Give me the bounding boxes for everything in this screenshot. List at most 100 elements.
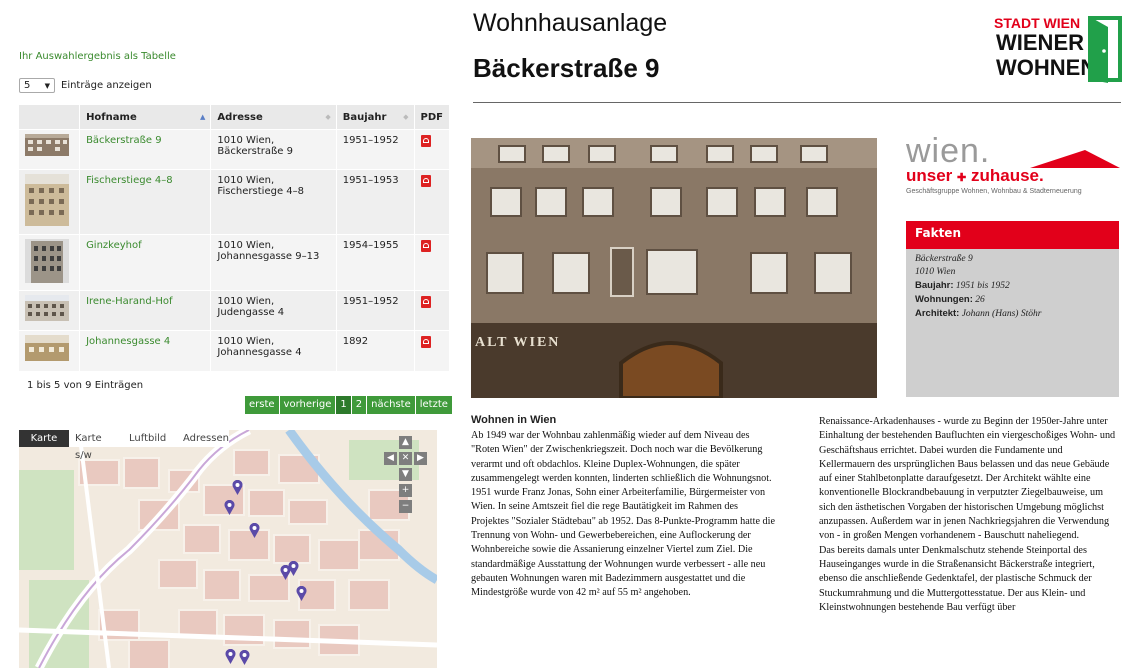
map-marker-icon[interactable] (239, 650, 250, 665)
pdf-icon[interactable] (420, 135, 431, 147)
pagination: erste vorherige 1 2 nächste letzte (245, 396, 453, 414)
logo-text-line1: STADT WIEN (994, 15, 1081, 31)
logo-subtitle: Geschäftsgruppe Wohnen, Wohnbau & Stadte… (906, 188, 1082, 195)
facts-architekt-label: Architekt: (915, 308, 960, 319)
hof-link[interactable]: Irene-Harand-Hof (86, 296, 172, 307)
facts-wohnungen: 26 (975, 295, 985, 305)
hof-link[interactable]: Johannesgasse 4 (86, 336, 170, 347)
facts-city: 1010 Wien (915, 267, 956, 277)
address-cell: 1010 Wien, Johannesgasse 4 (210, 330, 337, 371)
shop-sign: ALT WIEN (475, 335, 560, 350)
facts-baujahr: 1951 bis 1952 (955, 281, 1010, 291)
facts-wohnungen-label: Wohnungen: (915, 294, 973, 305)
entries-length-control: 5 ▼ Einträge anzeigen (19, 78, 152, 93)
column-header-hofname[interactable]: Hofname ▲ (79, 105, 212, 130)
entries-label: Einträge anzeigen (61, 80, 152, 91)
logo-text-line2: WIENER (996, 30, 1084, 55)
table-row: Bäckerstraße 9 1010 Wien, Bäckerstraße 9… (19, 129, 451, 170)
address-cell: 1010 Wien, Johannesgasse 9–13 (210, 234, 337, 291)
results-table: Hofname ▲ Adresse ◆ Baujahr ◆ PDF Bäckerstr… (19, 105, 451, 371)
door-logo-icon (1088, 16, 1122, 83)
facts-architekt: Johann (Hans) Stöhr (961, 309, 1042, 319)
table-row: Irene-Harand-Hof 1010 Wien, Judengasse 4… (19, 290, 451, 331)
table-info: 1 bis 5 von 9 Einträgen (27, 380, 144, 391)
pan-down-icon[interactable]: ▼ (399, 468, 412, 481)
article-column-1: Ab 1949 war der Wohnbau zahlenmäßig wied… (471, 430, 775, 599)
building-thumbnail[interactable] (25, 335, 69, 361)
article-paragraph: Renaissance-Arkadenhauses - wurde zu Beg… (819, 416, 1116, 542)
roof-icon: ✚ (957, 172, 967, 184)
table-row: Fischerstiege 4–8 1010 Wien, Fischerstie… (19, 169, 451, 235)
building-thumbnail[interactable] (25, 239, 69, 283)
map-tab-luftbild[interactable]: Luftbild (123, 430, 177, 447)
map-marker-icon[interactable] (225, 649, 236, 664)
facts-baujahr-label: Baujahr: (915, 280, 954, 291)
building-thumbnail[interactable] (25, 174, 69, 226)
pdf-icon[interactable] (420, 336, 431, 348)
page-first-button[interactable]: erste (245, 396, 280, 414)
facts-address: Bäckerstraße 9 (915, 254, 973, 264)
roof-logo-icon (1030, 150, 1120, 168)
map-marker-icon[interactable] (288, 561, 299, 576)
wien-unser-zuhause-logo: wien. unser ✚ zuhause. Geschäftsgruppe W… (905, 132, 1120, 198)
header-divider (473, 102, 1121, 103)
pdf-icon[interactable] (420, 240, 431, 252)
sort-icon: ◆ (403, 113, 409, 121)
column-header-adresse[interactable]: Adresse ◆ (210, 105, 337, 130)
pan-left-icon[interactable]: ◀ (384, 452, 397, 465)
year-cell: 1951–1953 (336, 169, 415, 235)
map-marker-icon[interactable] (232, 480, 243, 495)
thumb-column-header (19, 105, 81, 130)
map-background (19, 430, 437, 668)
sort-asc-icon: ▲ (200, 113, 206, 121)
hof-link[interactable]: Ginzkeyhof (86, 240, 142, 251)
wiener-wohnen-logo: STADT WIEN WIENER WOHNEN (994, 15, 1124, 85)
year-cell: 1954–1955 (336, 234, 415, 291)
map-marker-icon[interactable] (249, 523, 260, 538)
address-cell: 1010 Wien, Fischerstiege 4–8 (210, 169, 337, 235)
building-thumbnail[interactable] (25, 134, 69, 156)
map-marker-icon[interactable] (224, 500, 235, 515)
map-tab-karte[interactable]: Karte (19, 430, 69, 447)
zoom-in-icon[interactable]: + (399, 484, 412, 497)
column-header-pdf: PDF (414, 105, 451, 130)
map[interactable]: Karte Karte s/w Luftbild Adressen ▲ ◀ ✕ … (19, 430, 437, 668)
page-next-button[interactable]: nächste (367, 396, 416, 414)
facade-image: ALT WIEN (471, 138, 877, 398)
zoom-out-icon[interactable]: − (399, 500, 412, 513)
map-tab-adressen[interactable]: Adressen (177, 430, 229, 447)
page-title: Wohnhausanlage (473, 9, 668, 37)
building-photo: ALT WIEN (471, 138, 877, 398)
map-marker-icon[interactable] (296, 586, 307, 601)
page-last-button[interactable]: letzte (415, 396, 453, 414)
pan-up-icon[interactable]: ▲ (399, 436, 412, 449)
page-previous-button[interactable]: vorherige (279, 396, 337, 414)
page-1-button[interactable]: 1 (336, 396, 352, 414)
entries-select[interactable]: 5 ▼ (19, 78, 55, 93)
page-2-button[interactable]: 2 (351, 396, 368, 414)
year-cell: 1951–1952 (336, 129, 415, 170)
unser-logo-text: unser ✚ zuhause. (906, 166, 1044, 185)
page-subtitle: Bäckerstraße 9 (473, 53, 660, 83)
hof-link[interactable]: Bäckerstraße 9 (86, 135, 162, 146)
center-icon[interactable]: ✕ (399, 452, 412, 465)
facts-heading: Fakten (906, 221, 1119, 249)
column-header-baujahr[interactable]: Baujahr ◆ (336, 105, 415, 130)
table-view-link[interactable]: Ihr Auswahlergebnis als Tabelle (19, 51, 176, 62)
hof-link[interactable]: Fischerstiege 4–8 (86, 175, 173, 186)
table-row: Ginzkeyhof 1010 Wien, Johannesgasse 9–13… (19, 234, 451, 291)
building-thumbnail[interactable] (25, 295, 69, 321)
address-cell: 1010 Wien, Judengasse 4 (210, 290, 337, 331)
pdf-icon[interactable] (420, 296, 431, 308)
article-column-2: Renaissance-Arkadenhauses - wurde zu Beg… (819, 415, 1121, 615)
map-tab-karte-sw[interactable]: Karte s/w (69, 430, 123, 461)
section-heading: Wohnen in Wien (471, 414, 557, 426)
pdf-icon[interactable] (420, 175, 431, 187)
pan-right-icon[interactable]: ▶ (414, 452, 427, 465)
sort-icon: ◆ (325, 113, 331, 121)
address-cell: 1010 Wien, Bäckerstraße 9 (210, 129, 337, 170)
year-cell: 1951–1952 (336, 290, 415, 331)
logo-text-line3: WOHNEN (996, 55, 1097, 80)
facts-box: Bäckerstraße 9 1010 Wien Baujahr: 1951 b… (906, 249, 1119, 397)
table-row: Johannesgasse 4 1010 Wien, Johannesgasse… (19, 330, 451, 371)
